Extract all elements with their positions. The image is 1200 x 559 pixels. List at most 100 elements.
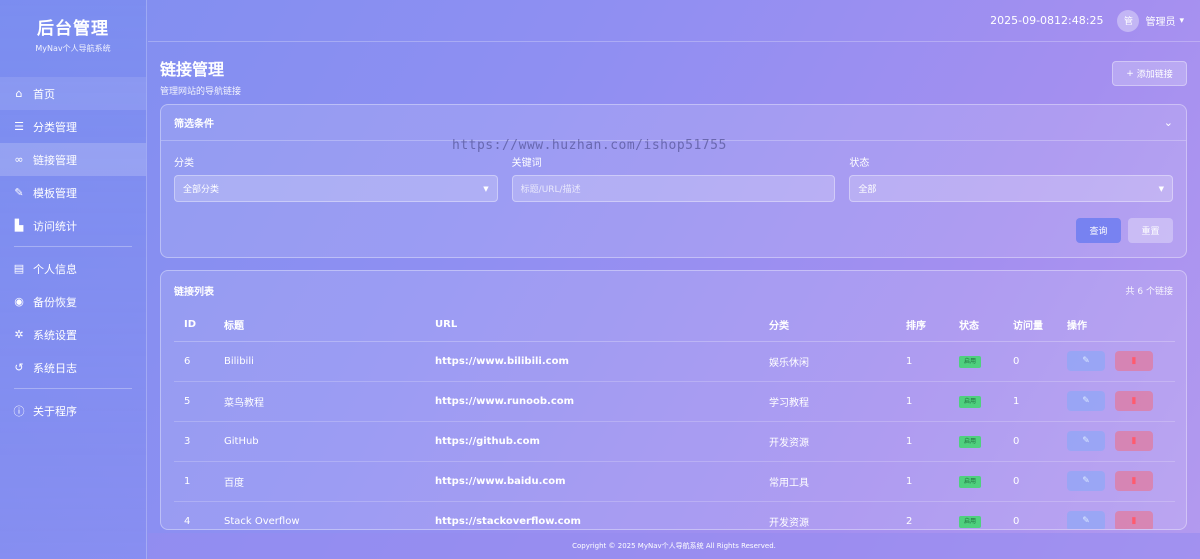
sidebar-item-logs[interactable]: ↺ 系统日志 [0,351,146,384]
cell-actions: ✎ ▮ [1057,381,1175,422]
gear-icon: ✲ [14,328,24,341]
query-button[interactable]: 查询 [1076,218,1121,243]
col-header: 标题 [214,309,425,342]
cell-actions: ✎ ▮ [1057,421,1175,462]
cell-visits: 1 [1003,381,1057,422]
link-icon: ∞ [14,153,24,166]
watermark-text: https://www.huzhan.com/ishop51755 [452,138,727,153]
user-menu[interactable]: 管理员 [1145,13,1175,28]
sidebar-nav: ⌂ 首页 ☰ 分类管理 ∞ 链接管理 ✎ 模板管理 ▙ 访问统计 ▤ 个人信息 … [0,77,146,427]
col-header: 访问量 [1003,309,1057,342]
status-select[interactable]: 全部 ▼ [849,175,1174,202]
table-row: 4 Stack Overflow https://stackoverflow.c… [174,501,1175,529]
edit-button[interactable]: ✎ [1067,471,1105,491]
edit-icon: ✎ [1082,476,1090,486]
cell-url[interactable]: https://github.com [425,421,759,462]
page-subtitle: 管理网站的导航链接 [160,87,242,97]
brand: 后台管理 MyNav个人导航系统 [0,0,146,60]
avatar[interactable]: 管 [1117,9,1140,32]
page-title: 链接管理 [160,60,225,79]
delete-button[interactable]: ▮ [1115,391,1153,411]
status-value: 全部 [858,185,877,195]
nav-divider [14,388,132,389]
keyword-input[interactable]: 标题/URL/描述 [511,175,836,202]
cell-id: 1 [174,461,214,502]
delete-button[interactable]: ▮ [1115,471,1153,491]
edit-button[interactable]: ✎ [1067,511,1105,529]
cell-status: 启用 [949,421,1003,462]
cell-visits: 0 [1003,341,1057,382]
status-badge: 启用 [959,435,981,448]
cell-url[interactable]: https://www.baidu.com [425,461,759,502]
trash-icon: ▮ [1131,396,1137,406]
add-link-button[interactable]: + 添加链接 [1112,61,1187,86]
cell-status: 启用 [949,501,1003,529]
cell-visits: 0 [1003,421,1057,462]
sidebar-item-categories[interactable]: ☰ 分类管理 [0,110,146,143]
brush-icon: ✎ [14,186,24,199]
chevron-down-icon[interactable]: ▾ [1179,16,1184,26]
col-header: ID [174,309,214,342]
top-bar: 2025-09-0812:48:25 管 管理员 ▾ [148,0,1200,42]
edit-button[interactable]: ✎ [1067,431,1105,451]
filter-actions: 查询 重置 [1076,218,1173,243]
edit-button[interactable]: ✎ [1067,391,1105,411]
sidebar-item-backup[interactable]: ◉ 备份恢复 [0,285,146,318]
links-table: ID 标题 URL 分类 排序 状态 访问量 操作 6 Bilibili htt… [174,309,1175,529]
sidebar-item-stats[interactable]: ▙ 访问统计 [0,209,146,242]
sidebar-item-label: 分类管理 [33,120,77,134]
sidebar-item-about[interactable]: ⓘ 关于程序 [0,394,146,427]
cell-id: 5 [174,381,214,422]
plus-icon: + [1126,68,1134,79]
edit-button[interactable]: ✎ [1067,351,1105,371]
status-badge: 启用 [959,475,981,488]
sidebar-item-settings[interactable]: ✲ 系统设置 [0,318,146,351]
datetime: 2025-09-0812:48:25 [990,14,1104,27]
list-icon: ☰ [14,120,24,133]
edit-icon: ✎ [1082,356,1090,366]
main-content: 链接管理 管理网站的导航链接 + 添加链接 筛选条件 ⌄ 分类 全部分类 ▼ 关… [160,42,1187,530]
cell-title: Stack Overflow [214,501,425,529]
database-icon: ◉ [14,295,24,308]
cell-category: 开发资源 [759,501,896,529]
cell-sort: 2 [896,501,949,529]
cell-url[interactable]: https://www.bilibili.com [425,341,759,382]
chevron-down-icon[interactable]: ⌄ [1164,116,1173,129]
sidebar-item-links[interactable]: ∞ 链接管理 [0,143,146,176]
cell-url[interactable]: https://stackoverflow.com [425,501,759,529]
delete-button[interactable]: ▮ [1115,351,1153,371]
category-select[interactable]: 全部分类 ▼ [174,175,498,202]
sidebar-item-label: 模板管理 [33,186,77,200]
cell-status: 启用 [949,341,1003,382]
edit-icon: ✎ [1082,436,1090,446]
col-header: 操作 [1057,309,1175,342]
cell-id: 4 [174,501,214,529]
home-icon: ⌂ [15,87,23,100]
status-label: 状态 [849,158,870,169]
filter-card: 筛选条件 ⌄ 分类 全部分类 ▼ 关键词 标题/URL/描述 状态 全部 ▼ 查… [160,104,1187,258]
status-badge: 启用 [959,395,981,408]
keyword-label: 关键词 [511,158,542,169]
cell-visits: 0 [1003,461,1057,502]
sidebar-item-profile[interactable]: ▤ 个人信息 [0,252,146,285]
footer: Copyright © 2025 MyNav个人导航系统 All Rights … [148,533,1200,559]
caret-down-icon: ▼ [483,184,489,193]
cell-title: 菜鸟教程 [214,381,425,422]
sidebar-item-home[interactable]: ⌂ 首页 [0,77,146,110]
list-title: 链接列表 [174,286,214,298]
cell-url[interactable]: https://www.runoob.com [425,381,759,422]
filter-header[interactable]: 筛选条件 ⌄ [161,105,1186,141]
edit-icon: ✎ [1082,396,1090,406]
cell-category: 娱乐休闲 [759,341,896,382]
reset-button[interactable]: 重置 [1128,218,1173,243]
cell-sort: 1 [896,421,949,462]
delete-button[interactable]: ▮ [1115,431,1153,451]
status-field: 状态 全部 ▼ [849,154,1174,202]
table-row: 1 百度 https://www.baidu.com 常用工具 1 启用 0 ✎… [174,461,1175,502]
sidebar-item-label: 个人信息 [33,262,77,276]
sidebar-item-templates[interactable]: ✎ 模板管理 [0,176,146,209]
delete-button[interactable]: ▮ [1115,511,1153,529]
col-header: URL [425,309,759,342]
cell-sort: 1 [896,381,949,422]
page-header: 链接管理 管理网站的导航链接 + 添加链接 [160,42,1187,104]
